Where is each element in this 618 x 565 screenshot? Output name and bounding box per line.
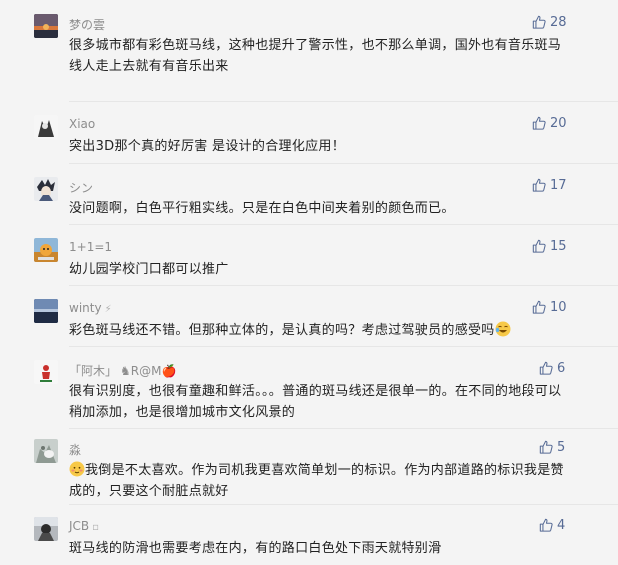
username-suffix: ▫ bbox=[92, 522, 99, 533]
username[interactable]: シン bbox=[69, 179, 93, 196]
username-text: 梦の雲 bbox=[69, 18, 106, 32]
username[interactable]: 淼 bbox=[69, 441, 81, 458]
username[interactable]: 梦の雲 bbox=[69, 16, 105, 33]
thumbs-up-icon bbox=[532, 116, 546, 130]
like-button[interactable]: 15 bbox=[532, 238, 567, 254]
comment-text-body: 彩色斑马线还不错。但那种立体的，是认真的吗？考虑过驾驶员的感受吗 bbox=[69, 323, 495, 338]
like-button[interactable]: 10 bbox=[532, 299, 567, 315]
comment-text: 很多城市都有彩色斑马线，这种也提升了警示性，也不那么单调，国外也有音乐斑马线人走… bbox=[69, 38, 562, 74]
like-count: 28 bbox=[550, 14, 567, 30]
divider bbox=[69, 428, 618, 429]
like-button[interactable]: 5 bbox=[539, 439, 565, 455]
comment-text-body: 我倒是不太喜欢。作为司机我更喜欢简单划一的标识。作为内部道路的标识我是赞成的，只… bbox=[69, 463, 564, 499]
divider bbox=[69, 346, 618, 347]
avatar[interactable] bbox=[34, 517, 58, 541]
like-button[interactable]: 4 bbox=[539, 517, 565, 533]
laughing-emoji-icon bbox=[495, 321, 511, 337]
username-text: 淼 bbox=[69, 443, 82, 457]
like-count: 20 bbox=[550, 115, 567, 131]
like-count: 4 bbox=[557, 517, 566, 533]
like-count: 5 bbox=[557, 439, 566, 455]
thumbs-up-icon bbox=[532, 239, 546, 253]
username-text: JCB bbox=[69, 519, 90, 533]
username-text: 1+1=1 bbox=[69, 240, 113, 254]
avatar[interactable] bbox=[34, 115, 58, 139]
like-count: 17 bbox=[550, 177, 567, 193]
avatar[interactable] bbox=[34, 238, 58, 262]
comment-text: 幼儿园学校门口都可以推广 bbox=[69, 262, 229, 277]
like-button[interactable]: 6 bbox=[539, 360, 565, 376]
comment-text: 突出3D那个真的好厉害 是设计的合理化应用！ bbox=[69, 139, 346, 154]
username-text: winty bbox=[69, 301, 102, 315]
divider bbox=[69, 285, 618, 286]
thumbs-up-icon bbox=[539, 440, 553, 454]
divider bbox=[69, 224, 618, 225]
like-count: 6 bbox=[557, 360, 566, 376]
thumbs-up-icon bbox=[539, 518, 553, 532]
like-count: 10 bbox=[550, 299, 567, 315]
username-text: Xiao bbox=[69, 117, 96, 131]
avatar[interactable] bbox=[34, 177, 58, 201]
comment-text: 彩色斑马线还不错。但那种立体的，是认真的吗？考虑过驾驶员的感受吗 bbox=[69, 320, 569, 341]
like-count: 15 bbox=[550, 238, 567, 254]
username-suffix: ♞R@M🍎 bbox=[120, 364, 177, 378]
divider bbox=[69, 163, 618, 164]
username[interactable]: winty ⚡ bbox=[69, 301, 112, 315]
thumbs-up-icon bbox=[532, 178, 546, 192]
divider bbox=[69, 101, 618, 102]
divider bbox=[69, 504, 618, 505]
comment-text: 很有识别度，也很有童趣和鲜活。。。普通的斑马线还是很单一的。在不同的地段可以稍加… bbox=[69, 384, 562, 420]
thumbs-up-icon bbox=[539, 361, 553, 375]
comment-text: 斑马线的防滑也需要考虑在内，有的路口白色处下雨天就特别滑 bbox=[69, 541, 442, 556]
username[interactable]: 1+1=1 bbox=[69, 240, 112, 254]
username-text: 「阿木」 bbox=[69, 364, 118, 378]
username-text: シン bbox=[69, 181, 94, 195]
username-suffix: ⚡ bbox=[104, 304, 112, 315]
avatar[interactable] bbox=[34, 360, 58, 384]
username[interactable]: 「阿木」 ♞R@M🍎 bbox=[69, 362, 176, 379]
thumbs-up-icon bbox=[532, 300, 546, 314]
comment-text: 没问题啊，白色平行粗实线。只是在白色中间夹着别的颜色而已。 bbox=[69, 201, 455, 216]
avatar[interactable] bbox=[34, 299, 58, 323]
like-button[interactable]: 20 bbox=[532, 115, 567, 131]
like-button[interactable]: 17 bbox=[532, 177, 567, 193]
avatar[interactable] bbox=[34, 14, 58, 38]
blushing-emoji-icon bbox=[69, 461, 85, 477]
username[interactable]: JCB ▫ bbox=[69, 519, 99, 533]
comment-list: 梦の雲 28 很多城市都有彩色斑马线，这种也提升了警示性，也不那么单调，国外也有… bbox=[0, 0, 618, 565]
comment-text: 我倒是不太喜欢。作为司机我更喜欢简单划一的标识。作为内部道路的标识我是赞成的，只… bbox=[69, 460, 569, 502]
avatar[interactable] bbox=[34, 439, 58, 463]
username[interactable]: Xiao bbox=[69, 117, 95, 131]
like-button[interactable]: 28 bbox=[532, 14, 567, 30]
thumbs-up-icon bbox=[532, 15, 546, 29]
